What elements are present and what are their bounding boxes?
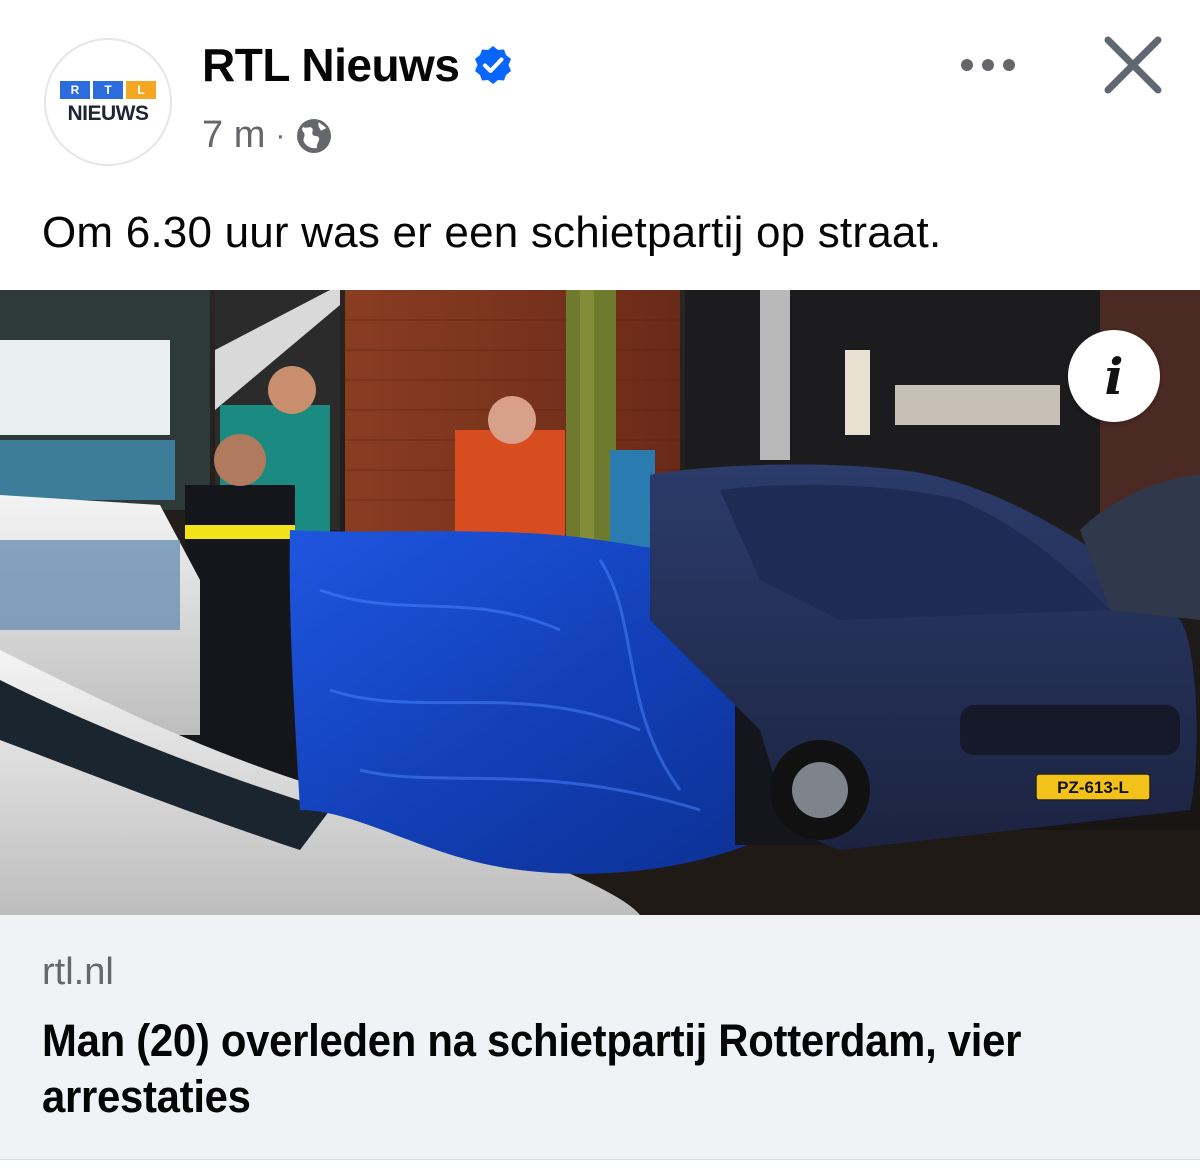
- post-header: R T L NIEUWS RTL Nieuws 7 m ·: [0, 0, 1200, 185]
- verified-badge-icon: [475, 46, 512, 84]
- post-caption: Om 6.30 uur was er een schietpartij op s…: [42, 208, 942, 257]
- page-avatar[interactable]: R T L NIEUWS: [44, 38, 172, 166]
- more-dot: [1003, 59, 1015, 71]
- meta-separator: ·: [275, 118, 286, 152]
- logo-letter-r: R: [60, 81, 90, 99]
- link-card[interactable]: rtl.nl Man (20) overleden na schietparti…: [0, 915, 1200, 1160]
- more-horizontal-icon: [961, 59, 973, 71]
- more-dot: [982, 59, 994, 71]
- news-photo: PZ-613-L: [0, 290, 1200, 915]
- logo-word: NIEUWS: [67, 102, 150, 125]
- link-preview-image[interactable]: PZ-613-L: [0, 290, 1200, 915]
- post-timestamp[interactable]: 7 m: [202, 114, 265, 157]
- info-icon: i: [1104, 346, 1124, 406]
- rtl-logo-blocks: R T L: [60, 81, 156, 99]
- page-name[interactable]: RTL Nieuws: [202, 38, 460, 92]
- ad-info-button[interactable]: i: [1068, 330, 1160, 422]
- globe-icon: [297, 118, 332, 153]
- more-options-button[interactable]: [950, 42, 1026, 88]
- logo-letter-l: L: [126, 81, 156, 99]
- page-name-row: RTL Nieuws: [202, 38, 513, 92]
- post-meta: 7 m ·: [202, 114, 333, 157]
- link-domain: rtl.nl: [42, 951, 114, 993]
- license-plate: PZ-613-L: [1057, 778, 1129, 797]
- logo-letter-t: T: [93, 81, 123, 99]
- link-headline[interactable]: Man (20) overleden na schietpartij Rotte…: [42, 1013, 1093, 1125]
- close-icon[interactable]: [1098, 30, 1168, 100]
